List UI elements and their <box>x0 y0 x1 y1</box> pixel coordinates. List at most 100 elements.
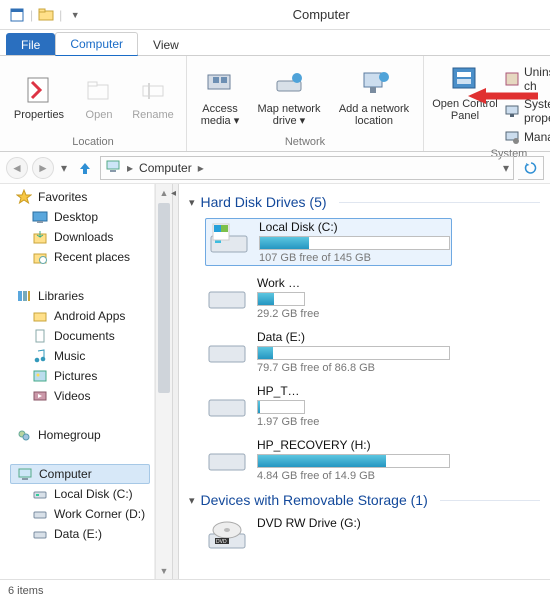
sidebar-item-music[interactable]: Music <box>10 346 150 366</box>
status-bar: 6 items <box>0 579 550 601</box>
ribbon-group-label: Network <box>187 134 423 151</box>
sidebar-item-documents[interactable]: Documents <box>10 326 150 346</box>
ribbon-group-location: Properties Open Rename Location <box>0 56 187 151</box>
svg-text:DVD: DVD <box>216 539 227 545</box>
drive-icon <box>205 276 249 316</box>
nav-bar: ◄ ► ▾ ▸ Computer ▸ ▾ <box>0 152 550 184</box>
sidebar-item-desktop[interactable]: Desktop <box>10 207 150 227</box>
pictures-icon <box>32 368 48 384</box>
properties-button[interactable]: Properties <box>8 71 70 123</box>
rename-button: Rename <box>128 71 178 123</box>
chevron-down-icon: ▾ <box>189 494 195 507</box>
history-dropdown[interactable]: ▾ <box>58 161 70 175</box>
computer-icon <box>105 158 121 177</box>
control-panel-icon <box>448 62 482 96</box>
tab-file[interactable]: File <box>6 33 55 55</box>
ribbon: Properties Open Rename Location <box>0 56 550 152</box>
qat-properties-icon[interactable] <box>6 4 28 26</box>
downloads-icon <box>32 229 48 245</box>
sidebar-item-data-e[interactable]: Data (E:) <box>10 524 150 544</box>
homegroup-icon <box>16 427 32 443</box>
drive-hptools[interactable]: HP_TOOLS 1.97 GB free <box>205 384 305 428</box>
drive-icon <box>205 384 249 424</box>
pane-splitter[interactable]: ◂ <box>172 184 179 579</box>
tab-computer[interactable]: Computer <box>55 32 138 56</box>
drive-icon <box>32 526 48 542</box>
computer-icon <box>17 466 33 482</box>
sidebar-item-pictures[interactable]: Pictures <box>10 366 150 386</box>
tab-view[interactable]: View <box>138 33 194 55</box>
address-dropdown[interactable]: ▾ <box>503 161 509 175</box>
system-icon <box>504 103 520 119</box>
scroll-up-button[interactable]: ▲ <box>156 184 172 201</box>
folder-icon <box>32 308 48 324</box>
uninstall-button[interactable]: Uninstall or ch <box>502 64 550 94</box>
access-media-button[interactable]: Access media ▾ <box>195 65 245 129</box>
libraries-header[interactable]: Libraries <box>10 286 150 306</box>
music-icon <box>32 348 48 364</box>
window-title: Computer <box>92 7 550 22</box>
sidebar-item-localdisk-c[interactable]: Local Disk (C:) <box>10 484 150 504</box>
media-icon <box>203 67 237 101</box>
homegroup-header[interactable]: Homegroup <box>10 425 150 445</box>
drive-icon <box>207 220 251 260</box>
drive-hprecovery-h[interactable]: HP_RECOVERY (H:) 4.84 GB free of 14.9 GB <box>205 438 450 482</box>
capacity-bar <box>259 236 450 250</box>
manage-button[interactable]: Manage <box>502 128 550 146</box>
status-item-count: 6 items <box>8 585 43 597</box>
capacity-bar <box>257 400 305 414</box>
drive-local-c[interactable]: Local Disk (C:) 107 GB free of 145 GB <box>205 218 452 266</box>
favorites-header[interactable]: Favorites <box>10 187 150 207</box>
ribbon-group-system: Open Control Panel Uninstall or ch Syste… <box>424 56 550 151</box>
address-bar[interactable]: ▸ Computer ▸ ▾ <box>100 156 514 180</box>
computer-header[interactable]: Computer <box>10 464 150 484</box>
sidebar-item-android[interactable]: Android Apps <box>10 306 150 326</box>
up-button[interactable] <box>74 157 96 179</box>
videos-icon <box>32 388 48 404</box>
system-properties-button[interactable]: System proper <box>502 96 550 126</box>
group-hdd-header[interactable]: ▾ Hard Disk Drives (5) <box>189 194 540 210</box>
drive-work-d[interactable]: Work Corn 29.2 GB free <box>205 276 305 320</box>
scroll-thumb[interactable] <box>158 203 170 393</box>
main-area: Favorites Desktop Downloads Recent place… <box>0 184 550 579</box>
ribbon-group-label: Location <box>0 134 186 151</box>
collapse-tree-icon[interactable]: ◂ <box>171 188 176 199</box>
breadcrumb-sep[interactable]: ▸ <box>196 161 206 175</box>
capacity-bar <box>257 292 305 306</box>
sidebar-item-workcorner-d[interactable]: Work Corner (D:) <box>10 504 150 524</box>
forward-button[interactable]: ► <box>32 157 54 179</box>
breadcrumb-computer[interactable]: Computer <box>139 161 192 175</box>
sidebar-item-videos[interactable]: Videos <box>10 386 150 406</box>
drive-icon <box>205 438 249 478</box>
breadcrumb-sep[interactable]: ▸ <box>125 161 135 175</box>
open-button: Open <box>74 71 124 123</box>
star-icon <box>16 189 32 205</box>
refresh-button[interactable] <box>518 156 544 180</box>
qat-newfolder-icon[interactable] <box>35 4 57 26</box>
map-drive-button[interactable]: Map network drive ▾ <box>249 65 329 129</box>
map-drive-icon <box>272 67 306 101</box>
drive-dvd-g[interactable]: DVD DVD RW Drive (G:) <box>205 516 450 556</box>
scroll-down-button[interactable]: ▼ <box>156 562 172 579</box>
uninstall-icon <box>504 71 520 87</box>
drive-data-e[interactable]: Data (E:) 79.7 GB free of 86.8 GB <box>205 330 450 374</box>
drive-icon <box>32 486 48 502</box>
ribbon-tabs: File Computer View <box>0 30 550 56</box>
sidebar-item-downloads[interactable]: Downloads <box>10 227 150 247</box>
desktop-icon <box>32 209 48 225</box>
chevron-down-icon: ▾ <box>189 196 195 209</box>
drive-icon <box>205 330 249 370</box>
qat-customize-icon[interactable]: ▼ <box>64 4 86 26</box>
document-icon <box>32 328 48 344</box>
add-network-location-button[interactable]: Add a network location <box>333 65 415 129</box>
sidebar-item-recent[interactable]: Recent places <box>10 247 150 267</box>
title-bar: | | ▼ Computer <box>0 0 550 30</box>
drive-icon <box>32 506 48 522</box>
open-icon <box>82 73 116 107</box>
properties-icon <box>22 73 56 107</box>
group-removable-header[interactable]: ▾ Devices with Removable Storage (1) <box>189 492 540 508</box>
open-control-panel-button[interactable]: Open Control Panel <box>432 60 498 124</box>
ribbon-group-network: Access media ▾ Map network drive ▾ Add a… <box>187 56 424 151</box>
sidebar-scrollbar[interactable]: ▲ ▼ <box>155 184 172 579</box>
back-button[interactable]: ◄ <box>6 157 28 179</box>
